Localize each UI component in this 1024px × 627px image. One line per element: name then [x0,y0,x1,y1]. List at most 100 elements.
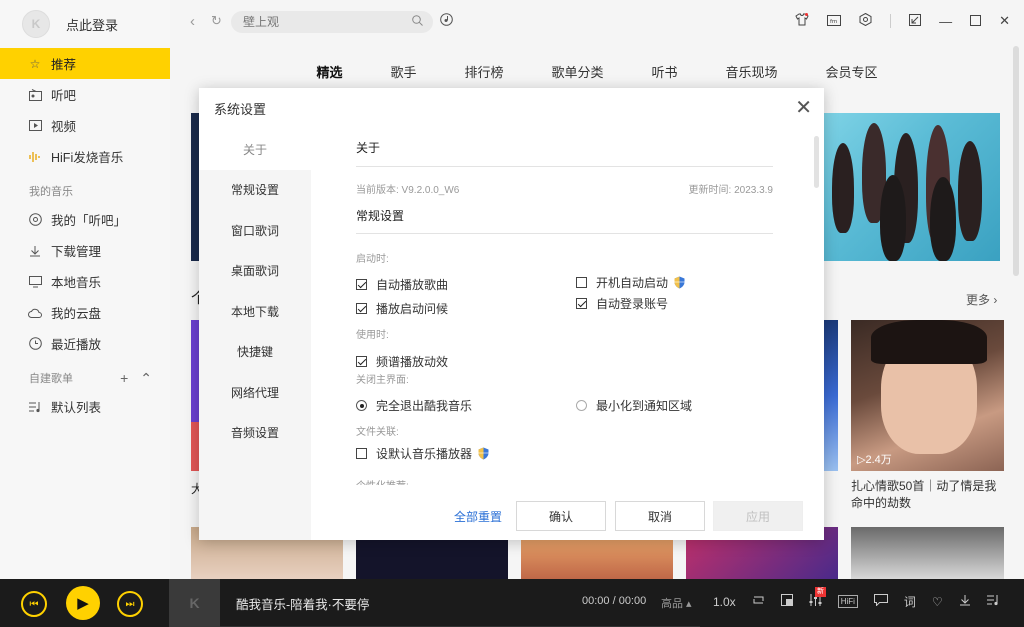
collapse-icon[interactable]: ⌃ [140,370,152,387]
more-link[interactable]: 更多 › [966,291,997,308]
card-left-edge-2[interactable] [191,422,199,471]
playlist-card[interactable]: ▷2.4万 [851,320,1004,471]
fm-icon[interactable]: fm [827,14,842,29]
boot-start-checkbox[interactable]: 开机自动启动 [576,274,685,291]
sidebar-item-default-list[interactable]: 默认列表 [0,391,170,422]
song-title[interactable]: 酷我音乐-陪着我·不要停 [236,594,369,613]
download-song-icon[interactable] [959,594,971,609]
sidebar-item-label: 我的云盘 [51,307,102,321]
skin-icon[interactable] [795,13,809,29]
settings-nav-proxy[interactable]: 网络代理 [199,372,311,413]
mini-mode-icon[interactable] [909,13,922,29]
play-queue-icon[interactable] [986,594,1000,609]
comment-icon[interactable] [873,594,888,609]
settings-nav-about[interactable]: 关于 [199,129,311,170]
sidebar-item-recent[interactable]: 最近播放 [0,328,170,359]
avatar[interactable]: K [22,10,50,38]
next-track-icon[interactable]: ⏭ [117,591,143,617]
bottom-card-5[interactable] [851,527,1004,579]
refresh-icon[interactable]: ↻ [211,13,222,29]
back-icon[interactable]: ‹ [190,13,195,30]
radio-unselected[interactable] [576,400,587,411]
playlist-card-title[interactable]: 扎心情歌50首｜动了情是我命中的劫数 [851,478,1004,512]
tab-vip[interactable]: 会员专区 [802,60,902,86]
banner-left-edge[interactable] [191,113,199,261]
radio-selected[interactable] [356,400,367,411]
cloud-icon [28,306,42,320]
hifi-wave-icon [28,150,42,164]
checkbox-checked[interactable] [356,279,367,290]
settings-content[interactable]: 关于 当前版本: V9.2.0.0_W6 更新时间: 2023.3.9 常规设置… [356,129,773,485]
settings-nav-audio[interactable]: 音频设置 [199,413,311,454]
login-area[interactable]: K 点此登录 [0,0,170,48]
default-player-checkbox[interactable]: 设默认音乐播放器 [356,445,489,462]
apply-button[interactable]: 应用 [713,501,803,531]
page-scrollbar[interactable] [1013,46,1019,276]
previous-track-icon[interactable]: ⏮ [21,591,47,617]
minimize-icon[interactable]: — [939,14,952,29]
radio-icon [28,88,42,102]
settings-nav-general[interactable]: 常规设置 [199,170,311,211]
sidebar-item-hifi[interactable]: HiFi发烧音乐 [0,141,170,172]
login-label[interactable]: 点此登录 [66,15,118,34]
tab-audiobooks[interactable]: 听书 [628,60,702,86]
quality-selector[interactable]: 高品 ▴ [661,595,692,611]
settings-nav-shortcuts[interactable]: 快捷键 [199,332,311,373]
cancel-button[interactable]: 取消 [615,501,705,531]
sidebar-item-downloads[interactable]: 下载管理 [0,235,170,266]
tab-charts[interactable]: 排行榜 [440,60,527,86]
tab-featured[interactable]: 精选 [292,60,366,86]
reset-all-link[interactable]: 全部重置 [454,508,502,525]
sidebar-item-tingba[interactable]: 听吧 [0,79,170,110]
sidebar-item-video[interactable]: 视频 [0,110,170,141]
player-bar: ⏮ ▶ ⏭ K 酷我音乐-陪着我·不要停 00:00 / 00:00 高品 ▴ … [0,579,1024,627]
search-input[interactable] [241,14,412,30]
search-box[interactable] [231,11,433,33]
sidebar-item-my-tingba[interactable]: 我的「听吧」 [0,204,170,235]
settings-nav-window-lyrics[interactable]: 窗口歌词 [199,210,311,251]
checkbox-checked[interactable] [356,356,367,367]
spectrum-checkbox[interactable]: 频谱播放动效 [356,353,448,370]
add-playlist-icon[interactable]: + [120,370,128,387]
album-cover[interactable]: K [169,579,220,627]
autoplay-checkbox[interactable]: 自动播放歌曲 [356,276,448,293]
sidebar-item-recommend[interactable]: ☆ 推荐 [0,48,170,79]
tab-live[interactable]: 音乐现场 [702,60,802,86]
loop-icon[interactable] [752,594,765,609]
banner-image[interactable] [822,113,1000,261]
sidebar-item-local-music[interactable]: 本地音乐 [0,266,170,297]
favorite-icon[interactable]: ♡ [932,595,943,609]
hifi-button[interactable]: HiFi [837,595,858,608]
exit-radio[interactable]: 完全退出酷我音乐 [356,397,472,414]
confirm-button[interactable]: 确认 [516,501,606,531]
close-icon[interactable]: ✕ [999,13,1010,29]
minimize-radio[interactable]: 最小化到通知区域 [576,397,692,414]
greeting-checkbox[interactable]: 播放启动问候 [356,300,448,317]
checkbox-checked[interactable] [576,298,587,309]
settings-nav-desktop-lyrics[interactable]: 桌面歌词 [199,251,311,292]
download-icon [28,244,42,258]
mini-player-icon[interactable] [780,594,793,609]
settings-nav-local-download[interactable]: 本地下载 [199,291,311,332]
settings-scrollbar[interactable] [814,136,819,188]
checkbox-checked[interactable] [356,303,367,314]
auto-login-checkbox[interactable]: 自动登录账号 [576,295,668,312]
checkbox-unchecked[interactable] [576,277,587,288]
maximize-icon[interactable] [970,14,982,29]
tab-playlist-categories[interactable]: 歌单分类 [527,60,627,86]
player-tools: 1.0x HiFi 词 ♡ [713,593,1000,610]
play-button[interactable]: ▶ [66,586,100,620]
settings-icon[interactable] [859,12,872,29]
checkbox-unchecked[interactable] [356,448,367,459]
personalization-label: 个性化推荐: [356,477,409,485]
option-label: 自动播放歌曲 [376,278,449,292]
music-recognition-icon[interactable] [440,13,453,29]
search-icon[interactable] [412,15,423,29]
tab-singers[interactable]: 歌手 [366,60,440,86]
divider [356,233,773,234]
card-right-edge[interactable] [822,320,838,471]
lyrics-icon[interactable]: 词 [904,593,916,610]
dialog-close-icon[interactable]: ✕ [795,98,812,118]
speed-button[interactable]: 1.0x [713,595,736,609]
sidebar-item-cloud[interactable]: 我的云盘 [0,297,170,328]
